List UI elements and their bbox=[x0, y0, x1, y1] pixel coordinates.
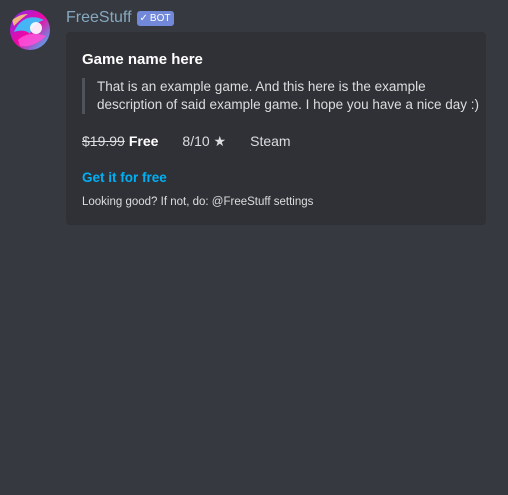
check-icon: ✓ bbox=[139, 13, 148, 24]
description-line: description of said example game. I hope… bbox=[97, 97, 479, 112]
old-price: $19.99 bbox=[82, 133, 125, 149]
embed-footer: Looking good? If not, do: @FreeStuff set… bbox=[82, 196, 314, 208]
embed-description: That is an example game. And this here i… bbox=[82, 78, 479, 114]
rating: 8/10 ★ bbox=[182, 133, 227, 149]
bot-badge: ✓ BOT bbox=[136, 11, 175, 26]
chat-message: FreeStuff ✓ BOT Game name here That is a… bbox=[0, 0, 508, 495]
description-line: That is an example game. And this here i… bbox=[97, 79, 426, 94]
bot-tag-label: BOT bbox=[149, 13, 171, 24]
store-name: Steam bbox=[250, 133, 291, 149]
message-header: FreeStuff ✓ BOT bbox=[66, 8, 175, 28]
embed-fields: $19.99 Free 8/10 ★ Steam bbox=[82, 132, 291, 150]
embed-title: Game name here bbox=[82, 51, 203, 68]
get-it-link[interactable]: Get it for free bbox=[82, 169, 167, 187]
freestuff-avatar-icon[interactable] bbox=[10, 10, 50, 50]
author-name[interactable]: FreeStuff bbox=[66, 8, 132, 28]
new-price: Free bbox=[128, 133, 159, 149]
game-embed: Game name here That is an example game. … bbox=[66, 32, 486, 225]
